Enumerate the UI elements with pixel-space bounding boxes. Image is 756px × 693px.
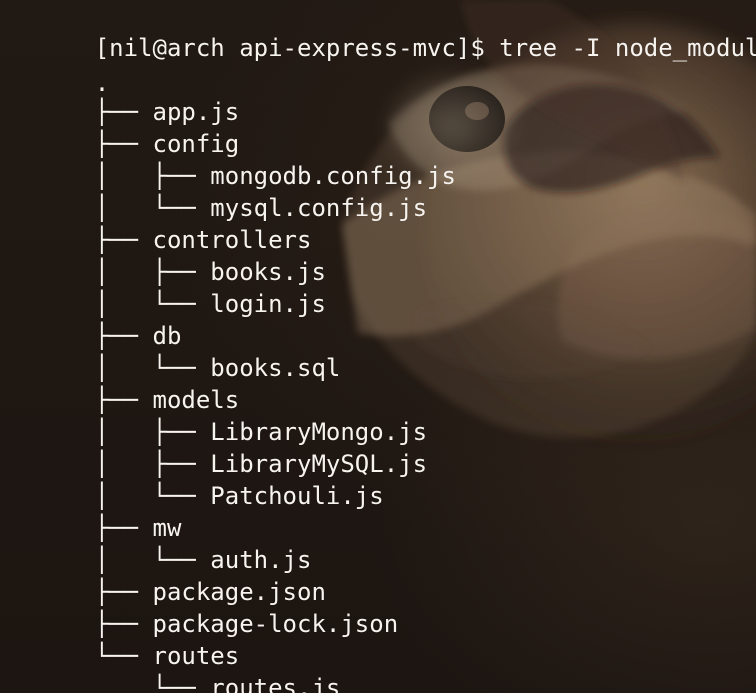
tree-line: ├── controllers xyxy=(8,192,312,254)
file-name: routes.js xyxy=(210,674,341,693)
file-name: login.js xyxy=(210,290,326,318)
tree-line: │ └── auth.js xyxy=(8,512,312,574)
tree-line: │ └── mysql.config.js xyxy=(8,160,427,222)
tree-line: ├── package-lock.json xyxy=(8,576,398,638)
tree-line: │ ├── LibraryMongo.js xyxy=(8,384,427,446)
tree-branch: └── xyxy=(94,674,211,693)
tree-line: ├── db xyxy=(8,288,182,350)
tree-line: │ ├── mongodb.config.js xyxy=(8,128,456,190)
tree-root-line: . xyxy=(8,35,109,97)
tree-line: ├── app.js xyxy=(8,64,240,126)
tree-line: │ ├── LibraryMySQL.js xyxy=(8,416,427,478)
tree-line: │ └── login.js xyxy=(8,256,326,318)
tree-line: ├── package.json xyxy=(8,544,326,606)
terminal-content: [nil@arch api-express-mvc]$ tree -I node… xyxy=(8,0,756,693)
command-prompt: [nil@arch api-express-mvc]$ tree -I node… xyxy=(8,0,756,62)
tree-line: │ ├── books.js xyxy=(8,224,326,286)
terminal-window: [nil@arch api-express-mvc]$ tree -I node… xyxy=(0,0,756,693)
command-text: [nil@arch api-express-mvc]$ tree -I node… xyxy=(94,34,756,62)
tree-line: └── routes.js xyxy=(8,640,341,693)
tree-line: ├── mw xyxy=(8,480,182,542)
tree-line: └── routes xyxy=(8,608,240,670)
file-name: Patchouli.js xyxy=(210,482,384,510)
tree-line: ├── models xyxy=(8,352,240,414)
tree-line: │ └── Patchouli.js xyxy=(8,448,384,510)
tree-line: │ └── books.sql xyxy=(8,320,341,382)
tree-line: ├── config xyxy=(8,96,240,158)
